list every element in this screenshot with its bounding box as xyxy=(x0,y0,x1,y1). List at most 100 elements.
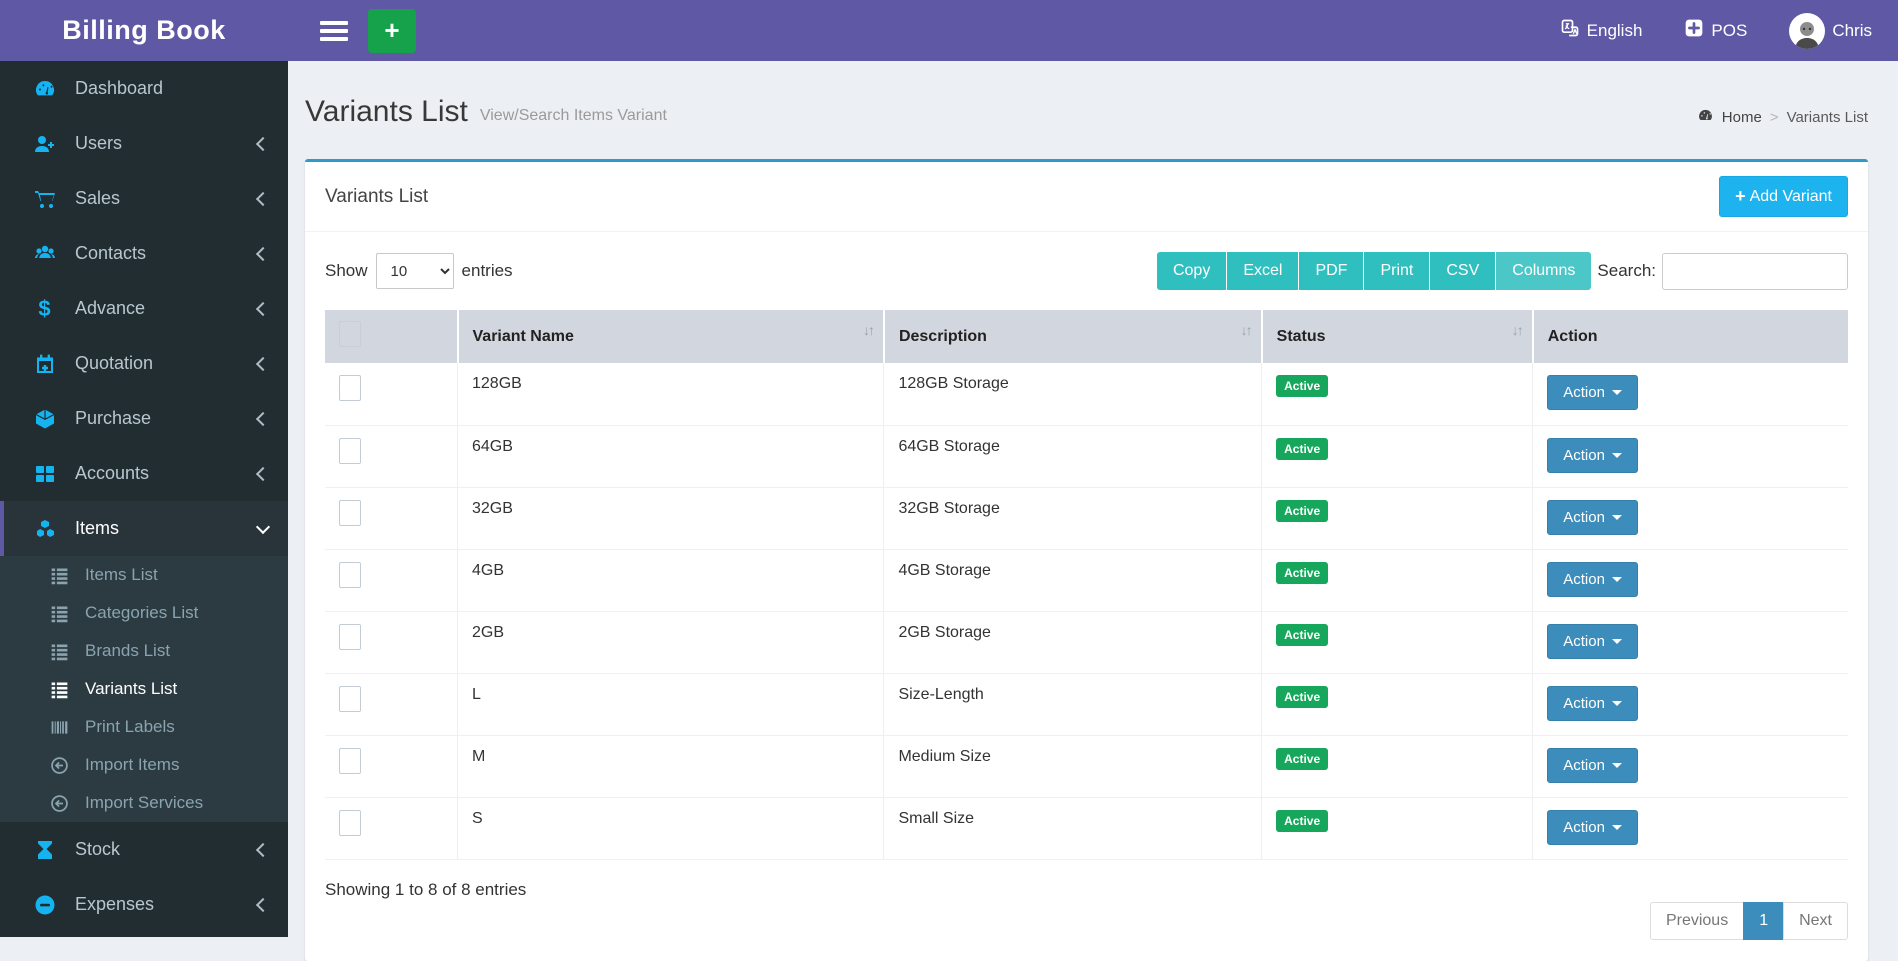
export-excel-button[interactable]: Excel xyxy=(1227,252,1299,290)
hamburger-menu-icon[interactable] xyxy=(320,21,348,41)
row-checkbox[interactable] xyxy=(339,438,361,464)
select-all-checkbox[interactable] xyxy=(339,321,361,347)
home-gauge-icon xyxy=(1697,107,1714,128)
entries-label: entries xyxy=(462,261,513,281)
sidebar-subitem-categories-list[interactable]: Categories List xyxy=(0,594,288,632)
row-checkbox[interactable] xyxy=(339,686,361,712)
action-dropdown-button[interactable]: Action xyxy=(1547,810,1638,845)
sidebar-subitem-items-list[interactable]: Items List xyxy=(0,556,288,594)
column-header-variant-name[interactable]: Variant Name↓↑ xyxy=(458,310,884,363)
sidebar-submenu-items: Items List Categories List Brands List Vari… xyxy=(0,556,288,822)
language-menu[interactable]: English xyxy=(1560,18,1643,43)
action-dropdown-button[interactable]: Action xyxy=(1547,375,1638,410)
calendar-plus-icon xyxy=(31,352,58,376)
row-checkbox[interactable] xyxy=(339,810,361,836)
column-header-action: Action xyxy=(1533,310,1848,363)
sidebar-item-label: Advance xyxy=(75,298,145,319)
status-badge: Active xyxy=(1276,624,1328,646)
sidebar-subitem-import-services[interactable]: Import Services xyxy=(0,784,288,822)
action-dropdown-button[interactable]: Action xyxy=(1547,624,1638,659)
status-badge: Active xyxy=(1276,562,1328,584)
table-row: 2GB 2GB Storage Active Action xyxy=(325,611,1848,673)
export-csv-button[interactable]: CSV xyxy=(1430,252,1496,290)
export-print-button[interactable]: Print xyxy=(1364,252,1430,290)
page-header: Variants List View/Search Items Variant … xyxy=(288,61,1898,157)
sidebar-item-items[interactable]: Items xyxy=(0,501,288,556)
plus-icon: + xyxy=(1735,186,1746,207)
column-header-status[interactable]: Status↓↑ xyxy=(1262,310,1533,363)
export-pdf-button[interactable]: PDF xyxy=(1299,252,1364,290)
sidebar-item-dashboard[interactable]: Dashboard xyxy=(0,61,288,116)
table-row: 64GB 64GB Storage Active Action xyxy=(325,425,1848,487)
sidebar-subitem-import-items[interactable]: Import Items xyxy=(0,746,288,784)
sidebar-item-label: Expenses xyxy=(75,894,154,915)
caret-down-icon xyxy=(1612,763,1622,768)
description-cell: Small Size xyxy=(884,797,1262,859)
sidebar-item-advance[interactable]: $Advance xyxy=(0,281,288,336)
sidebar-subitem-variants-list[interactable]: Variants List xyxy=(0,670,288,708)
variant-name-cell: M xyxy=(458,735,884,797)
breadcrumb: Home > Variants List xyxy=(1697,107,1868,128)
sidebar-item-quotation[interactable]: Quotation xyxy=(0,336,288,391)
export-copy-button[interactable]: Copy xyxy=(1157,252,1227,290)
add-variant-button[interactable]: +Add Variant xyxy=(1719,176,1848,217)
export-button-group: CopyExcelPDFPrintCSVColumns xyxy=(1157,252,1591,290)
variant-name-cell: 64GB xyxy=(458,425,884,487)
status-badge: Active xyxy=(1276,810,1328,832)
description-cell: 32GB Storage xyxy=(884,487,1262,549)
sidebar-subitem-print-labels[interactable]: Print Labels xyxy=(0,708,288,746)
sidebar-subitem-brands-list[interactable]: Brands List xyxy=(0,632,288,670)
page-length-select[interactable]: 10 xyxy=(376,253,454,289)
hourglass-icon xyxy=(31,838,58,862)
pagination-next-button[interactable]: Next xyxy=(1783,902,1848,940)
quick-add-button[interactable]: + xyxy=(368,9,416,53)
status-badge: Active xyxy=(1276,686,1328,708)
sidebar-item-purchase[interactable]: Purchase xyxy=(0,391,288,446)
pagination-page-1-button[interactable]: 1 xyxy=(1743,902,1784,940)
sidebar-item-stock[interactable]: Stock xyxy=(0,822,288,877)
action-dropdown-button[interactable]: Action xyxy=(1547,686,1638,721)
action-dropdown-button[interactable]: Action xyxy=(1547,562,1638,597)
sidebar-item-contacts[interactable]: Contacts xyxy=(0,226,288,281)
export-columns-button[interactable]: Columns xyxy=(1496,252,1591,290)
cube-icon xyxy=(31,407,58,431)
pagination-previous-button[interactable]: Previous xyxy=(1650,902,1744,940)
action-dropdown-button[interactable]: Action xyxy=(1547,500,1638,535)
user-menu[interactable]: Chris xyxy=(1789,13,1872,49)
action-dropdown-button[interactable]: Action xyxy=(1547,438,1638,473)
users-icon xyxy=(31,242,58,266)
sidebar-item-sales[interactable]: Sales xyxy=(0,171,288,226)
breadcrumb-separator: > xyxy=(1770,109,1779,126)
search-input[interactable] xyxy=(1662,253,1848,290)
user-plus-icon xyxy=(31,132,58,156)
barcode-icon xyxy=(47,717,71,738)
sidebar-item-users[interactable]: Users xyxy=(0,116,288,171)
row-checkbox[interactable] xyxy=(339,624,361,650)
sidebar-item-accounts[interactable]: Accounts xyxy=(0,446,288,501)
chevron-left-icon xyxy=(256,136,270,150)
column-header-description[interactable]: Description↓↑ xyxy=(884,310,1262,363)
caret-down-icon xyxy=(1612,825,1622,830)
variant-name-cell: 128GB xyxy=(458,363,884,425)
action-dropdown-button[interactable]: Action xyxy=(1547,748,1638,783)
app-logo[interactable]: Billing Book xyxy=(0,0,288,61)
status-badge: Active xyxy=(1276,748,1328,770)
sidebar-menu: DashboardUsersSalesContacts$AdvanceQuota… xyxy=(0,61,288,932)
breadcrumb-home-link[interactable]: Home xyxy=(1722,109,1762,126)
page-subtitle: View/Search Items Variant xyxy=(480,107,667,125)
chevron-left-icon xyxy=(256,191,270,205)
row-checkbox[interactable] xyxy=(339,562,361,588)
variants-card: Variants List +Add Variant Show 10 entri… xyxy=(305,159,1868,961)
chevron-left-icon xyxy=(256,246,270,260)
sidebar-item-label: Accounts xyxy=(75,463,149,484)
sidebar-subitem-label: Brands List xyxy=(85,641,170,661)
gauge-icon xyxy=(31,77,58,101)
sidebar-item-expenses[interactable]: Expenses xyxy=(0,877,288,932)
row-checkbox[interactable] xyxy=(339,375,361,401)
row-checkbox[interactable] xyxy=(339,748,361,774)
sidebar-subitem-label: Categories List xyxy=(85,603,198,623)
list-icon xyxy=(47,641,71,662)
chevron-down-icon xyxy=(256,519,270,533)
pos-menu[interactable]: POS xyxy=(1684,18,1747,43)
row-checkbox[interactable] xyxy=(339,500,361,526)
